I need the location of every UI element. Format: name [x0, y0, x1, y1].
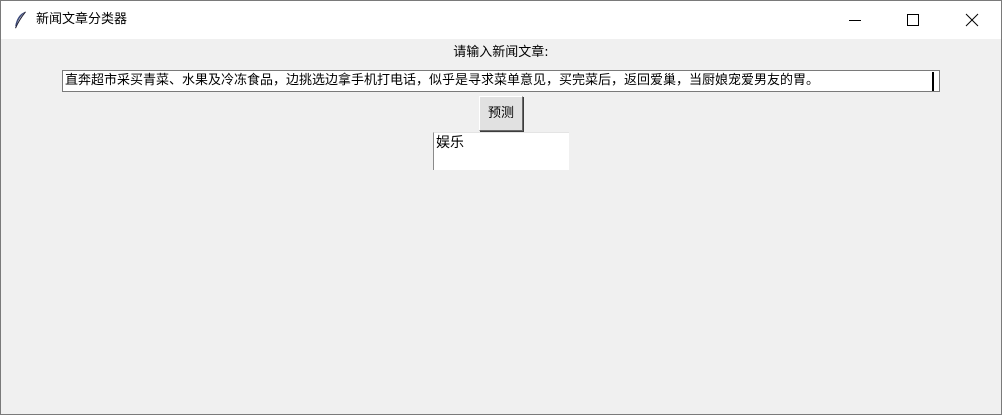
minimize-button[interactable]: [826, 1, 884, 39]
title-bar[interactable]: 新闻文章分类器: [1, 1, 1001, 39]
maximize-icon: [907, 14, 919, 26]
article-prompt-label: 请输入新闻文章:: [453, 45, 549, 60]
prediction-result-box[interactable]: 娱乐: [433, 132, 569, 170]
article-input[interactable]: 直奔超市采买青菜、水果及冷冻食品，边挑选边拿手机打电话，似乎是寻求菜单意见，买完…: [62, 70, 940, 92]
close-button[interactable]: [943, 1, 1001, 39]
text-cursor: [932, 72, 934, 91]
predict-button[interactable]: 预测: [479, 96, 523, 131]
maximize-button[interactable]: [884, 1, 942, 39]
app-window: 新闻文章分类器 请输入新闻文章: 直奔超市采买青菜、水果及冷冻食品，边挑选边拿手…: [0, 0, 1002, 415]
window-title: 新闻文章分类器: [36, 12, 128, 27]
feather-icon: [13, 11, 27, 29]
close-icon: [965, 13, 979, 27]
minimize-icon: [849, 20, 861, 21]
